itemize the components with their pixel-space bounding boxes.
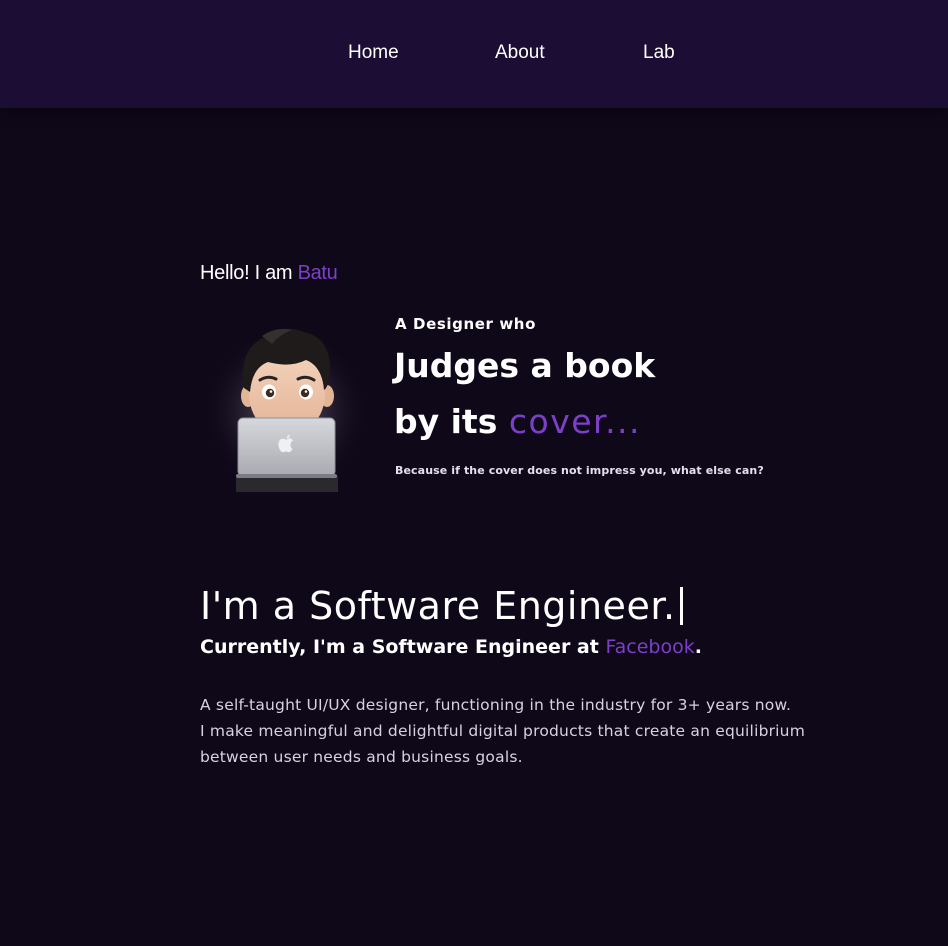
author-name: Batu	[297, 262, 338, 284]
tagline-line-2: by its cover...	[394, 402, 641, 441]
typing-caret	[679, 587, 683, 625]
current-position-suffix: .	[694, 636, 702, 658]
tagline-intro: A Designer who	[395, 315, 536, 333]
tagline-subline: Because if the cover does not impress yo…	[395, 464, 764, 477]
role-heading-text: I'm a Software Engineer.	[200, 584, 676, 628]
current-position-prefix: Currently, I'm a Software Engineer at	[200, 636, 599, 658]
tagline-line-2-accent: cover...	[508, 402, 642, 441]
bio-paragraph: A self-taught UI/UX designer, functionin…	[200, 692, 840, 770]
tagline-line-2-prefix: by its	[394, 402, 498, 441]
company-link[interactable]: Facebook	[605, 636, 694, 658]
nav-about-link[interactable]: About	[495, 42, 545, 64]
tagline-line-1: Judges a book	[394, 346, 656, 385]
greeting: Hello! I am Batu	[200, 262, 338, 285]
memoji-avatar-with-laptop-icon	[206, 324, 366, 492]
current-position: Currently, I'm a Software Engineer at Fa…	[200, 636, 702, 658]
role-heading: I'm a Software Engineer.	[200, 584, 683, 628]
bio-line: A self-taught UI/UX designer, functionin…	[200, 696, 792, 714]
bio-line: I make meaningful and delightful digital…	[200, 722, 806, 740]
greeting-text: Hello! I am	[200, 262, 293, 284]
top-navbar: Home About Lab	[0, 0, 948, 108]
bio-line: between user needs and business goals.	[200, 748, 523, 766]
nav-home-link[interactable]: Home	[348, 42, 399, 64]
nav-lab-link[interactable]: Lab	[643, 42, 675, 64]
